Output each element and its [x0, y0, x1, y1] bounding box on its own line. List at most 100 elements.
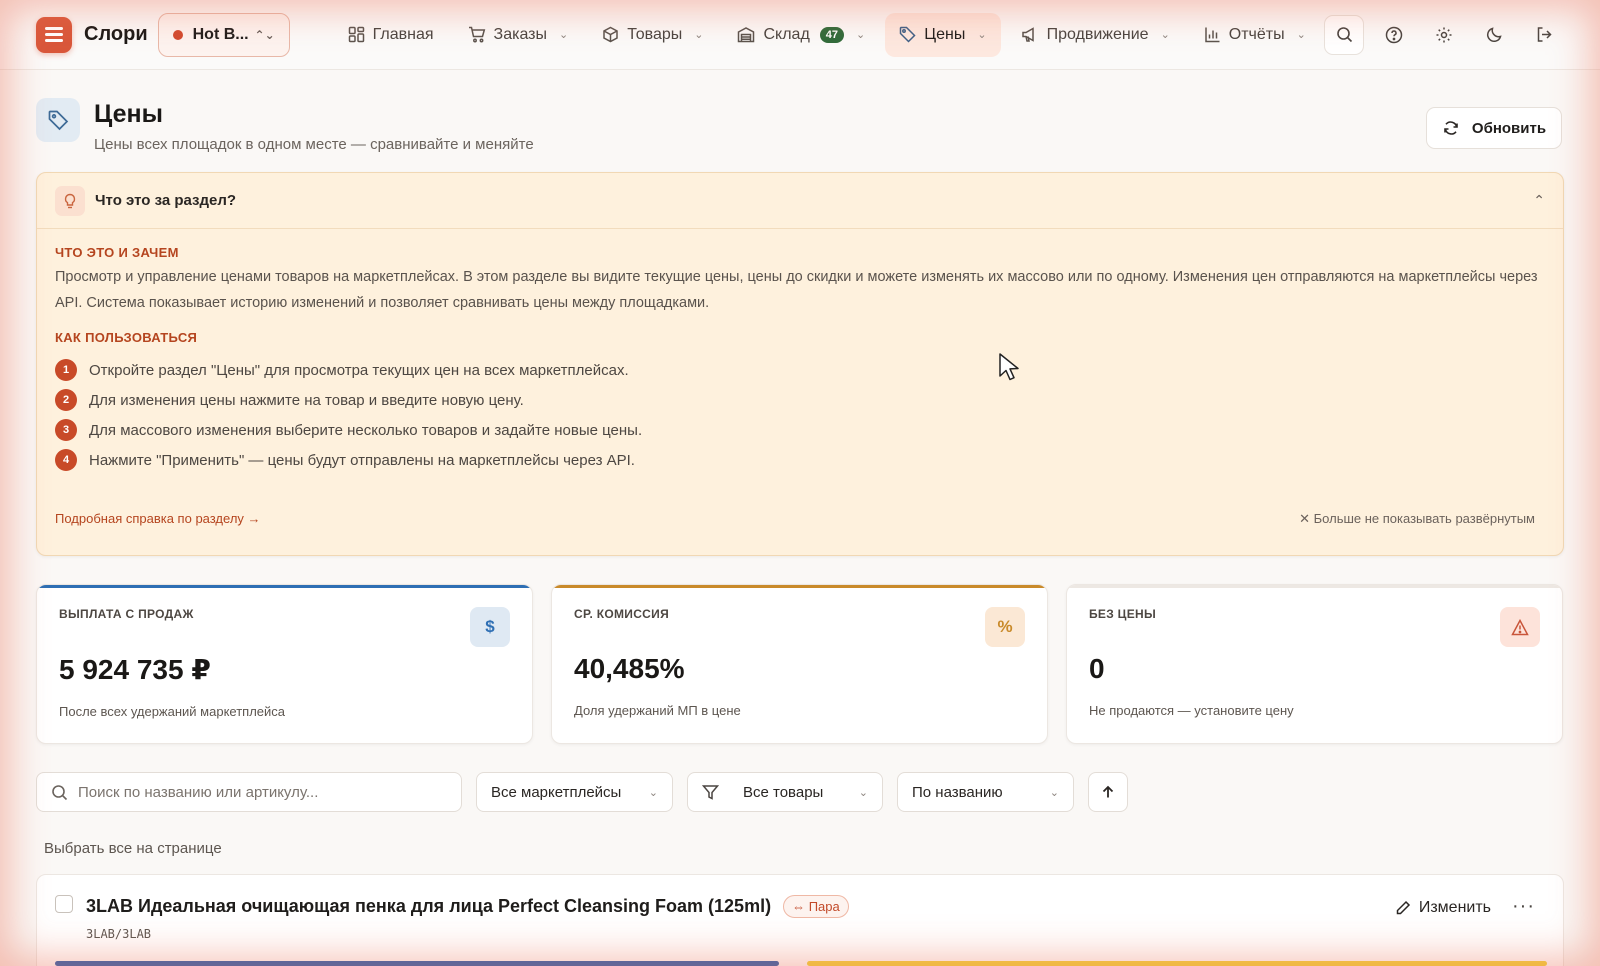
page-tag-icon: [36, 98, 80, 142]
gear-icon: [1436, 27, 1452, 42]
stat-value: 0: [1089, 653, 1105, 684]
main-nav: Главная Заказы ⌄ Товары ⌄ Склад 47 ⌄ Цен…: [334, 12, 1320, 57]
logout-button[interactable]: [1524, 15, 1564, 55]
hide-expanded-button[interactable]: ✕ Больше не показывать развёрнутым: [1299, 511, 1535, 527]
card-accent-line: [1067, 585, 1562, 588]
pencil-icon: [1396, 900, 1410, 915]
help-panel: Что это за раздел? ⌃ ЧТО ЭТО И ЗАЧЕМ Про…: [36, 172, 1564, 556]
brand-name: Слори: [84, 23, 148, 45]
search-input[interactable]: [78, 783, 438, 801]
nav-home-label: Главная: [372, 25, 434, 43]
marketplace-select[interactable]: Все маркетплейсы ⌄: [476, 772, 673, 812]
help-button[interactable]: [1374, 15, 1414, 55]
sort-direction-button[interactable]: [1088, 772, 1128, 812]
stat-label: БЕЗ ЦЕНЫ: [1089, 607, 1157, 621]
help-steps: 1 Откройте раздел "Цены" для просмотра те…: [55, 355, 1545, 475]
step-number: 1: [55, 359, 77, 381]
card-accent-line: [37, 585, 532, 588]
nav-warehouse[interactable]: Склад 47 ⌄: [723, 13, 879, 57]
chevron-down-icon: ⌄: [1296, 29, 1306, 41]
chart-icon: [1205, 27, 1220, 43]
stat-value: 5 924 735 ₽: [59, 654, 211, 685]
warehouse-count-badge: 47: [819, 26, 845, 43]
stat-value: 40,485%: [574, 653, 685, 684]
megaphone-icon: [1021, 27, 1034, 42]
chevron-down-icon: ⌄: [648, 786, 658, 799]
stat-label: ВЫПЛАТА С ПРОДАЖ: [59, 607, 194, 621]
nav-products[interactable]: Товары ⌄: [588, 13, 717, 57]
filter-bar: Все маркетплейсы ⌄ Все товары ⌄ По назва…: [36, 772, 1128, 812]
step-number: 4: [55, 449, 77, 471]
chevron-down-icon: ⌄: [1160, 29, 1170, 41]
link-icon: ⇔: [792, 899, 809, 914]
step-number: 3: [55, 419, 77, 441]
app-logo[interactable]: [36, 16, 72, 53]
cart-icon: [468, 26, 485, 43]
page-header: Цены Цены всех площадок в одном месте — …: [36, 98, 534, 153]
more-options-icon[interactable]: ···: [1512, 895, 1535, 918]
product-name[interactable]: 3LAB Идеальная очищающая пенка для лица …: [86, 896, 771, 917]
toolbar-right: [1324, 14, 1564, 55]
warning-icon: [1500, 607, 1540, 647]
stat-note: Доля удержаний МП в цене: [574, 703, 741, 718]
stat-note: После всех удержаний маркетплейса: [59, 704, 286, 719]
store-status-dot: [172, 29, 183, 40]
nav-promotion[interactable]: Продвижение ⌄: [1007, 13, 1184, 57]
step-text: Откройте раздел "Цены" для просмотра тек…: [89, 361, 629, 379]
nav-reports[interactable]: Отчёты ⌄: [1190, 13, 1320, 57]
stat-card-commission: СР. КОМИССИЯ 40,485% Доля удержаний МП в…: [551, 584, 1048, 744]
close-icon: ✕: [1299, 511, 1314, 526]
tag-icon: [900, 26, 916, 43]
products-filter-select[interactable]: Все товары ⌄: [687, 772, 883, 812]
page-subtitle: Цены всех площадок в одном месте — сравн…: [94, 136, 534, 153]
chevron-down-icon: ⌄: [858, 786, 868, 799]
filter-icon: [702, 784, 719, 800]
nav-home[interactable]: Главная: [334, 13, 448, 57]
chevron-up-icon[interactable]: ⌃: [1533, 192, 1545, 209]
nav-promotion-label: Продвижение: [1046, 25, 1149, 43]
page-title: Цены: [94, 100, 163, 128]
search-icon: [52, 784, 68, 800]
help-detail-link[interactable]: Подробная справка по разделу →: [55, 511, 261, 527]
store-name: Hot B...: [192, 25, 249, 43]
search-button[interactable]: [1324, 14, 1364, 55]
sort-select[interactable]: По названию ⌄: [897, 772, 1074, 812]
help-step: 3 Для массового изменения выберите нескол…: [55, 415, 1545, 445]
stat-note: Не продаются — установите цену: [1089, 703, 1294, 718]
help-step: 4 Нажмите "Применить" — цены будут отправ…: [55, 445, 1545, 475]
sort-select-value: По названию: [912, 783, 1003, 801]
nav-warehouse-label: Склад: [763, 25, 810, 43]
logout-icon: [1537, 27, 1552, 42]
pair-label: Пара: [808, 899, 840, 914]
chevron-updown-icon: ⌃⌄: [254, 27, 275, 42]
nav-products-label: Товары: [627, 25, 683, 43]
refresh-icon: [1444, 121, 1458, 135]
step-text: Для массового изменения выберите несколь…: [89, 421, 643, 439]
nav-orders-label: Заказы: [493, 25, 547, 43]
product-sku: 3LAB/3LAB: [86, 927, 152, 941]
product-checkbox[interactable]: [55, 895, 73, 913]
help-what-text: Просмотр и управление ценами товаров на …: [55, 269, 1538, 311]
chevron-down-icon: ⌄: [559, 29, 569, 41]
chevron-down-icon: ⌄: [694, 29, 704, 41]
nav-orders[interactable]: Заказы ⌄: [454, 13, 583, 57]
dollar-icon: $: [470, 607, 510, 647]
pair-badge: ⇔ Пара: [783, 895, 849, 918]
refresh-button[interactable]: Обновить: [1426, 107, 1562, 149]
edit-button[interactable]: Изменить: [1395, 899, 1491, 917]
select-all-link[interactable]: Выбрать все на странице: [44, 840, 222, 857]
search-field[interactable]: [36, 772, 462, 812]
marketplace-select-value: Все маркетплейсы: [491, 783, 622, 801]
chevron-down-icon: ⌄: [856, 29, 866, 41]
store-selector[interactable]: Hot B... ⌃⌄: [157, 12, 290, 57]
step-text: Нажмите "Применить" — цены будут отправл…: [89, 451, 635, 469]
settings-button[interactable]: [1424, 15, 1464, 55]
stat-cards: ВЫПЛАТА С ПРОДАЖ 5 924 735 ₽ После всех …: [36, 584, 1563, 744]
moon-icon: [1486, 27, 1502, 43]
arrow-up-icon: [1102, 785, 1114, 798]
help-question: Что это за раздел?: [95, 192, 237, 209]
nav-prices[interactable]: Цены ⌄: [885, 12, 1001, 57]
theme-toggle-button[interactable]: [1474, 15, 1514, 55]
marketplace-bar-yellow: [807, 961, 1547, 966]
help-panel-header[interactable]: Что это за раздел? ⌃: [37, 173, 1563, 229]
